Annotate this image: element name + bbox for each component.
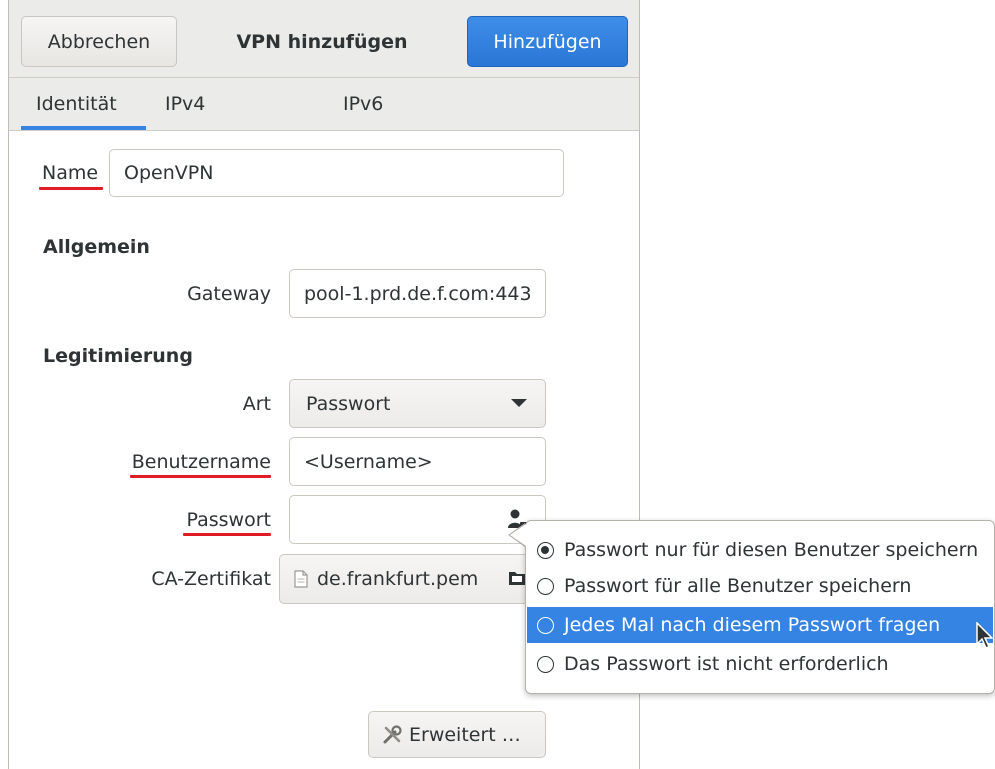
advanced-button-label: Erweitert … bbox=[409, 723, 521, 746]
advanced-button[interactable]: Erweitert … bbox=[368, 711, 546, 758]
radio-unchecked-icon bbox=[537, 655, 554, 673]
auth-type-dropdown[interactable]: Passwort bbox=[289, 379, 546, 428]
auth-heading: Legitimierung bbox=[43, 345, 193, 367]
document-icon bbox=[294, 570, 308, 588]
password-label: Passwort bbox=[186, 509, 271, 531]
option-label: Jedes Mal nach diesem Passwort fragen bbox=[564, 614, 941, 636]
menu-option-ask-every-time[interactable]: Jedes Mal nach diesem Passwort fragen bbox=[527, 607, 993, 643]
auth-type-value: Passwort bbox=[306, 392, 391, 415]
username-label: Benutzername bbox=[131, 451, 271, 473]
cancel-button[interactable]: Abbrechen bbox=[21, 16, 177, 67]
name-field[interactable]: OpenVPN bbox=[109, 149, 564, 197]
tools-icon bbox=[383, 724, 402, 743]
mouse-pointer-icon bbox=[976, 622, 994, 650]
option-label: Passwort für alle Benutzer speichern bbox=[564, 575, 912, 597]
tab-bar: Identität IPv4 IPv6 bbox=[9, 78, 639, 131]
radio-unchecked-icon bbox=[537, 577, 554, 595]
gateway-field[interactable]: pool-1.prd.de.f.com:443 bbox=[289, 269, 546, 318]
ca-cert-file-button[interactable]: de.frankfurt.pem bbox=[279, 554, 534, 604]
name-label: Name bbox=[42, 162, 99, 184]
username-field[interactable]: <Username> bbox=[289, 437, 546, 486]
username-label-underline bbox=[130, 475, 271, 478]
header-bar: Abbrechen VPN hinzufügen Hinzufügen bbox=[9, 0, 639, 78]
chevron-down-icon bbox=[511, 399, 527, 407]
tab-ipv6[interactable]: IPv6 bbox=[343, 78, 383, 130]
menu-option-save-this-user[interactable]: Passwort nur für diesen Benutzer speiche… bbox=[527, 532, 993, 568]
radio-unchecked-icon bbox=[537, 616, 554, 634]
dialog-title: VPN hinzufügen bbox=[236, 30, 408, 53]
menu-option-not-required[interactable]: Das Passwort ist nicht erforderlich bbox=[527, 646, 993, 682]
tab-identity[interactable]: Identität bbox=[36, 78, 117, 130]
active-tab-indicator bbox=[21, 126, 146, 130]
ca-cert-label: CA-Zertifikat bbox=[151, 568, 271, 590]
password-label-underline bbox=[183, 533, 271, 536]
radio-checked-icon bbox=[537, 541, 554, 559]
type-label: Art bbox=[242, 393, 271, 415]
option-label: Passwort nur für diesen Benutzer speiche… bbox=[564, 539, 979, 561]
menu-option-save-all-users[interactable]: Passwort für alle Benutzer speichern bbox=[527, 568, 993, 604]
password-storage-popover: Passwort nur für diesen Benutzer speiche… bbox=[525, 520, 995, 694]
tab-ipv4[interactable]: IPv4 bbox=[165, 78, 205, 130]
ca-cert-filename: de.frankfurt.pem bbox=[317, 568, 479, 590]
name-label-underline bbox=[39, 187, 103, 190]
option-label: Das Passwort ist nicht erforderlich bbox=[564, 653, 889, 675]
add-button[interactable]: Hinzufügen bbox=[467, 16, 628, 67]
popover-arrow-fill bbox=[510, 524, 526, 546]
gateway-label: Gateway bbox=[187, 283, 271, 305]
general-heading: Allgemein bbox=[43, 236, 150, 258]
folder-open-icon bbox=[509, 572, 525, 585]
